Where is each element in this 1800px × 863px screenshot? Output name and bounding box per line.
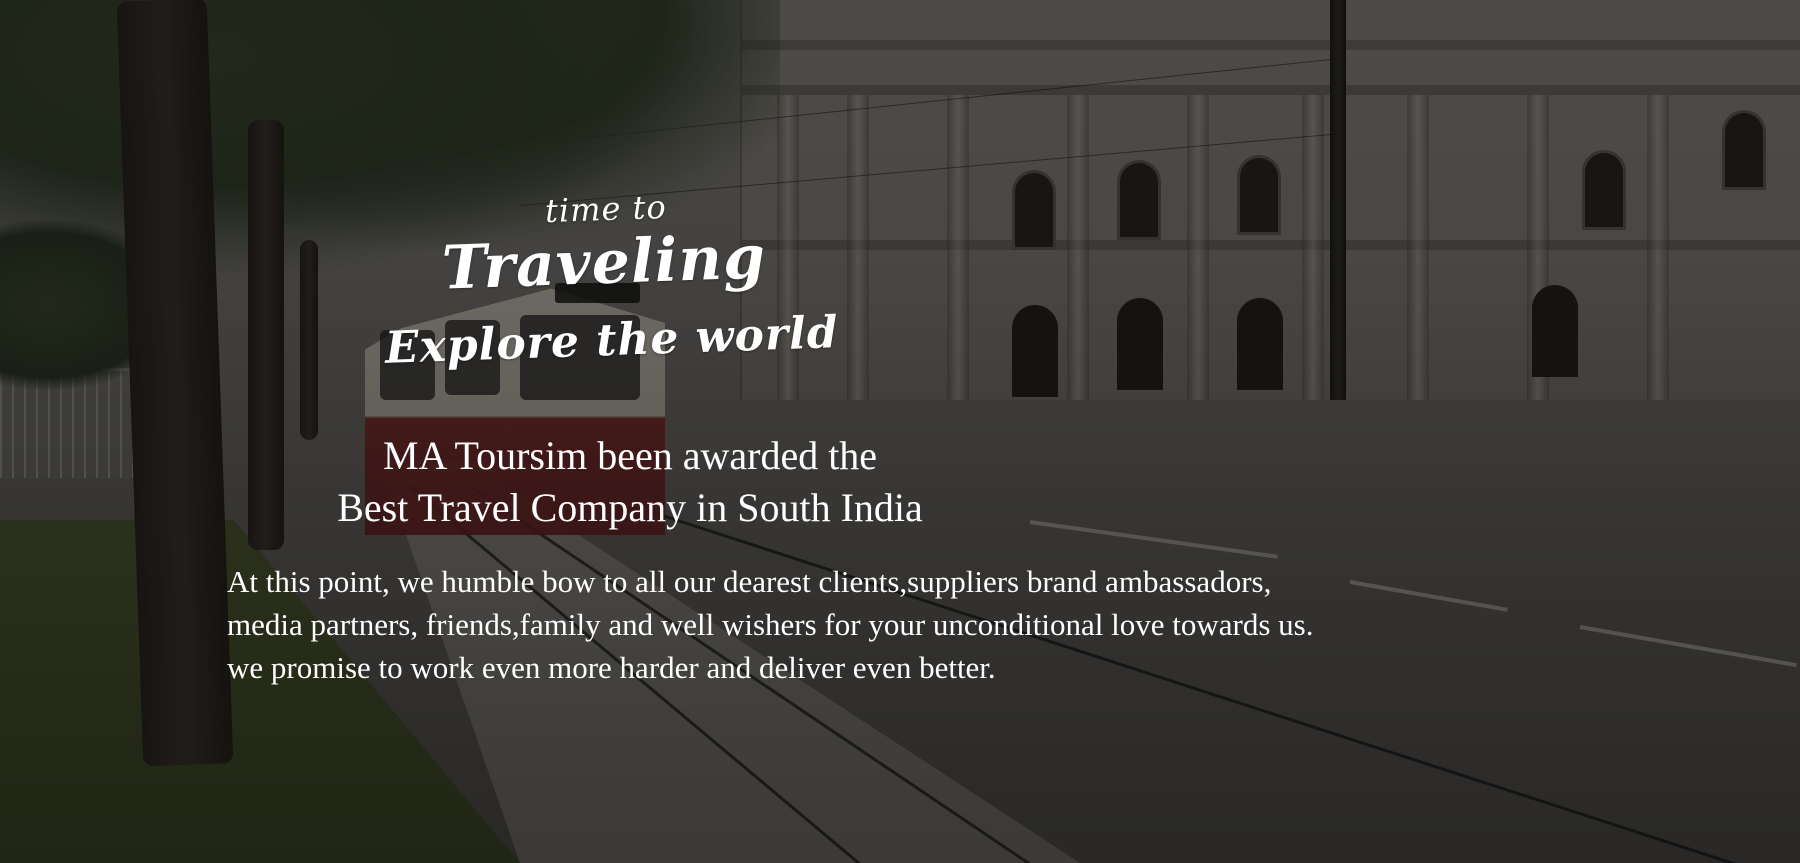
- message-line-1: At this point, we humble bow to all our …: [227, 564, 1272, 599]
- message-line-2: media partners, friends,family and well …: [227, 607, 1314, 642]
- award-line-2: Best Travel Company in South India: [337, 485, 923, 530]
- hero-content: time to Traveling Explore the world MA T…: [0, 0, 1800, 863]
- tagline-time-to: time to: [544, 187, 668, 231]
- award-line-1: MA Toursim been awarded the: [382, 433, 878, 478]
- message-line-3: we promise to work even more harder and …: [227, 650, 996, 685]
- tagline-traveling: Traveling: [440, 222, 768, 304]
- tagline-explore-world: Explore the world: [384, 307, 840, 374]
- award-heading: MA Toursim been awarded the Best Travel …: [260, 430, 1000, 534]
- thank-you-message: At this point, we humble bow to all our …: [227, 560, 1547, 689]
